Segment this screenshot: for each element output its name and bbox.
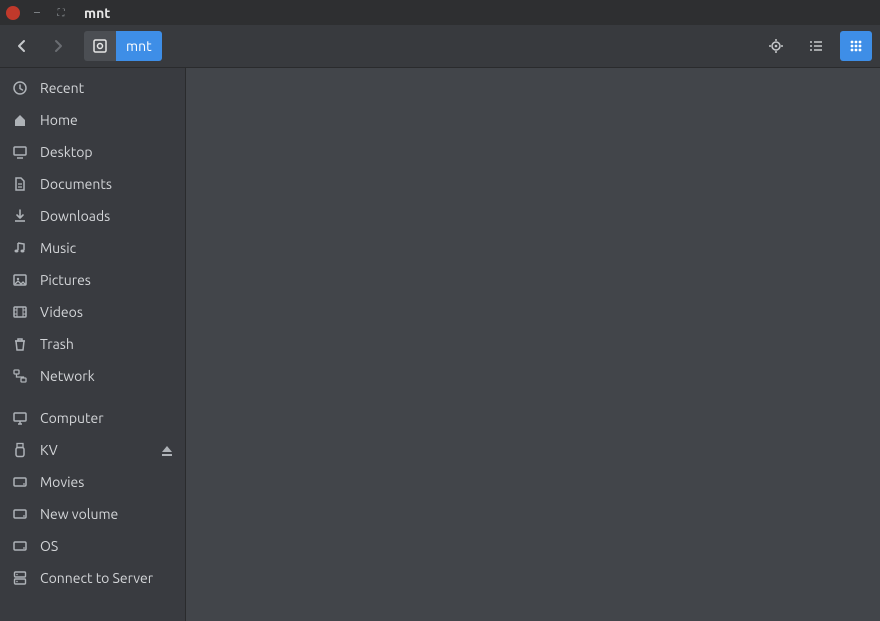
downloads-icon <box>12 208 28 224</box>
path-bar: mnt <box>84 31 162 61</box>
path-root-button[interactable] <box>84 31 116 61</box>
nav-back-button[interactable] <box>8 31 36 61</box>
sidebar-item-videos[interactable]: Videos <box>0 296 185 328</box>
sidebar-item-label: OS <box>40 538 58 554</box>
folder-content[interactable] <box>186 68 880 621</box>
pictures-icon <box>12 272 28 288</box>
drive-icon <box>12 474 28 490</box>
drive-icon <box>12 538 28 554</box>
disk-icon <box>92 38 108 54</box>
sidebar-item-downloads[interactable]: Downloads <box>0 200 185 232</box>
sidebar-item-desktop[interactable]: Desktop <box>0 136 185 168</box>
sidebar-item-network[interactable]: Network <box>0 360 185 392</box>
sidebar-item-label: Trash <box>40 336 74 352</box>
sidebar-item-label: Network <box>40 368 95 384</box>
sidebar-item-connect-to-server[interactable]: Connect to Server <box>0 562 185 594</box>
sidebar-item-label: Documents <box>40 176 112 192</box>
server-icon <box>12 570 28 586</box>
window-title: mnt <box>84 5 110 21</box>
titlebar: – ⛶ mnt <box>0 0 880 25</box>
home-icon <box>12 112 28 128</box>
sidebar-item-new-volume[interactable]: New volume <box>0 498 185 530</box>
nav-forward-button[interactable] <box>44 31 72 61</box>
sidebar-item-label: Pictures <box>40 272 91 288</box>
sidebar-item-label: Desktop <box>40 144 93 160</box>
sidebar-item-kv[interactable]: KV <box>0 434 185 466</box>
sidebar-item-label: New volume <box>40 506 118 522</box>
sidebar-item-label: Movies <box>40 474 84 490</box>
toolbar: mnt <box>0 25 880 68</box>
list-icon <box>808 38 824 54</box>
view-grid-button[interactable] <box>840 31 872 61</box>
sidebar-item-music[interactable]: Music <box>0 232 185 264</box>
network-icon <box>12 368 28 384</box>
window-close-button[interactable] <box>6 6 20 20</box>
window-maximize-button[interactable]: ⛶ <box>54 8 68 18</box>
sidebar-item-label: Music <box>40 240 76 256</box>
sidebar-item-movies[interactable]: Movies <box>0 466 185 498</box>
desktop-icon <box>12 144 28 160</box>
sidebar-item-label: Connect to Server <box>40 570 153 586</box>
drive-icon <box>12 506 28 522</box>
sidebar-item-label: Downloads <box>40 208 110 224</box>
videos-icon <box>12 304 28 320</box>
sidebar-item-label: Recent <box>40 80 84 96</box>
grid-icon <box>848 38 864 54</box>
sidebar-item-label: KV <box>40 442 58 458</box>
sidebar: Recent Home Desktop Documents Downloads Music… <box>0 68 186 621</box>
sidebar-item-trash[interactable]: Trash <box>0 328 185 360</box>
path-segment-current[interactable]: mnt <box>116 31 162 61</box>
sidebar-item-home[interactable]: Home <box>0 104 185 136</box>
sidebar-item-pictures[interactable]: Pictures <box>0 264 185 296</box>
main-area: Recent Home Desktop Documents Downloads Music… <box>0 68 880 621</box>
sidebar-item-recent[interactable]: Recent <box>0 72 185 104</box>
sidebar-item-label: Videos <box>40 304 83 320</box>
locate-button[interactable] <box>760 31 792 61</box>
sidebar-item-os[interactable]: OS <box>0 530 185 562</box>
sidebar-item-label: Home <box>40 112 78 128</box>
view-list-button[interactable] <box>800 31 832 61</box>
chevron-right-icon <box>50 38 66 54</box>
usb-icon <box>12 442 28 458</box>
sidebar-places-section: Recent Home Desktop Documents Downloads Music… <box>0 72 185 402</box>
sidebar-item-documents[interactable]: Documents <box>0 168 185 200</box>
sidebar-item-label: Computer <box>40 410 104 426</box>
trash-icon <box>12 336 28 352</box>
recent-icon <box>12 80 28 96</box>
sidebar-devices-section: Computer KV Movies New volume OS Connect to S… <box>0 402 185 604</box>
locate-icon <box>768 38 784 54</box>
music-icon <box>12 240 28 256</box>
computer-icon <box>12 410 28 426</box>
sidebar-item-computer[interactable]: Computer <box>0 402 185 434</box>
chevron-left-icon <box>14 38 30 54</box>
eject-icon[interactable] <box>159 443 173 457</box>
path-segment-label: mnt <box>126 38 152 54</box>
documents-icon <box>12 176 28 192</box>
window-minimize-button[interactable]: – <box>30 7 44 19</box>
